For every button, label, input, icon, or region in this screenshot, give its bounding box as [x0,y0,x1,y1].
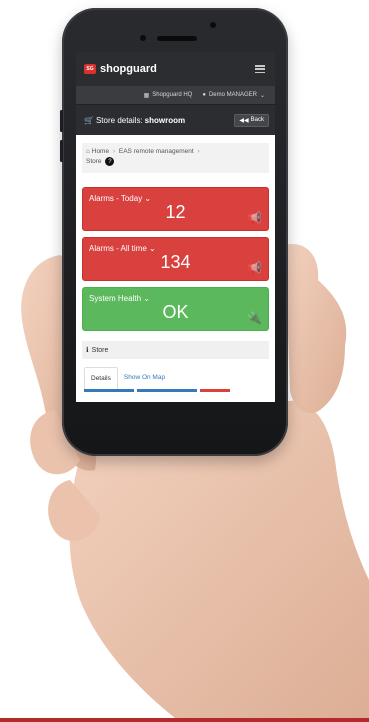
tab-details[interactable]: Details [84,367,118,389]
user-menu[interactable]: ● Demo MANAGER ⌄ [202,92,265,99]
page-title: 🛒 Store details: showroom [84,116,185,125]
hamburger-menu-icon[interactable] [255,65,265,73]
user-label: Demo MANAGER [208,92,257,98]
page-title-store: showroom [144,115,186,125]
alarms-today-tile[interactable]: Alarms - Today ⌄ 12 📢 [82,187,269,231]
breadcrumb-eas[interactable]: EAS remote management [119,148,194,155]
plug-icon: 🔌 [247,311,262,325]
megaphone-icon: 📢 [247,261,262,275]
volume-up-button [60,110,63,132]
front-camera-icon [210,22,216,28]
top-navbar: SG shopguard [76,52,275,86]
phone-screen: SG shopguard ▦ Shopguard HQ ● Demo MANAG… [76,52,275,402]
home-icon: ⌂ [86,148,90,155]
user-icon: ● [202,92,206,98]
volume-down-button [60,140,63,162]
store-panel-heading: ℹ Store [82,341,269,359]
back-arrow-icon: ◀◀ [239,117,249,124]
breadcrumb-separator: › [112,148,116,155]
megaphone-icon: 📢 [247,211,262,225]
building-icon: ▦ [143,92,150,99]
info-icon: ℹ [86,347,89,354]
breadcrumb-separator: › [197,148,200,155]
cut-off-buttons [84,389,267,392]
breadcrumb: ⌂ Home › EAS remote management › Store ? [82,143,269,173]
speaker-grille [157,36,197,41]
tile-value: 12 [165,202,186,222]
breadcrumb-home[interactable]: Home [92,148,109,155]
brand-logo-icon: SG [84,64,96,74]
tile-value: OK [162,302,189,322]
store-tabs: Details Show On Map [84,367,267,389]
back-button[interactable]: ◀◀ Back [234,113,269,127]
sensor-icon [140,35,146,41]
store-heading-label: Store [91,346,109,354]
cart-icon: 🛒 [84,115,94,125]
back-label: Back [250,117,264,123]
brand[interactable]: SG shopguard [84,63,157,75]
chevron-down-icon: ⌄ [259,92,265,99]
help-icon[interactable]: ? [105,157,115,166]
tab-show-on-map[interactable]: Show On Map [118,367,171,389]
location-selector[interactable]: ▦ Shopguard HQ [144,92,193,99]
tile-value: 134 [160,252,191,272]
alarms-alltime-tile[interactable]: Alarms - All time ⌄ 134 📢 [82,237,269,281]
user-bar: ▦ Shopguard HQ ● Demo MANAGER ⌄ [76,86,275,104]
system-health-tile[interactable]: System Health ⌄ OK 🔌 [82,287,269,331]
bottom-bezel [76,402,275,456]
page-title-prefix: Store details: [95,115,143,125]
breadcrumb-store: Store [86,158,102,166]
page-titlebar: 🛒 Store details: showroom ◀◀ Back [76,104,275,135]
location-label: Shopguard HQ [152,92,193,98]
brand-name: shopguard [100,63,157,75]
